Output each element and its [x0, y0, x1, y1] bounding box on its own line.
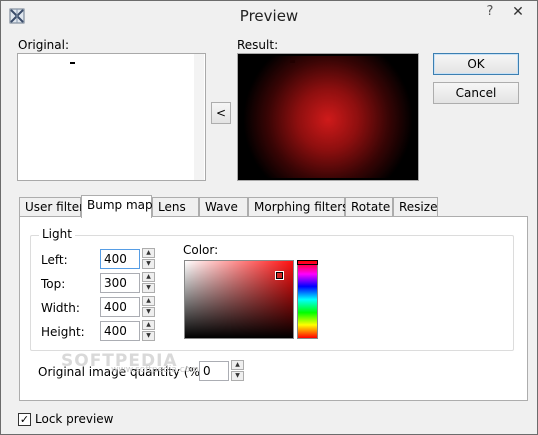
- tab-wave[interactable]: Wave: [199, 197, 248, 217]
- softpedia-watermark-url: www.softpedia.com: [111, 365, 199, 375]
- spin-down-icon[interactable]: ▼: [231, 371, 244, 381]
- preview-dialog: Preview ? ✕ Original: < Result: OK Cance…: [0, 0, 538, 435]
- help-button[interactable]: ?: [477, 2, 503, 22]
- original-label: Original:: [18, 38, 69, 52]
- top-spinner[interactable]: ▲ ▼: [142, 272, 155, 294]
- tab-user-filter[interactable]: User filter: [19, 197, 84, 217]
- original-image-content: [70, 62, 75, 64]
- color-picker-handle[interactable]: [275, 271, 284, 280]
- light-group: Light Left: 400 ▲ ▼ Top: 300 ▲ ▼ Width: …: [30, 227, 514, 351]
- width-label: Width:: [41, 301, 80, 315]
- tab-resize[interactable]: Resize: [393, 197, 438, 217]
- quantity-input[interactable]: 0: [199, 361, 229, 381]
- height-input[interactable]: 400: [100, 321, 140, 341]
- top-label: Top:: [41, 277, 66, 291]
- lock-preview-label[interactable]: Lock preview: [35, 412, 113, 426]
- height-spinner[interactable]: ▲ ▼: [142, 320, 155, 342]
- result-image: [240, 56, 416, 178]
- spin-up-icon[interactable]: ▲: [142, 296, 155, 306]
- result-image-mark: [290, 60, 295, 63]
- spin-down-icon[interactable]: ▼: [142, 259, 155, 269]
- color-saturation-picker[interactable]: [184, 260, 294, 339]
- tab-lens[interactable]: Lens: [152, 197, 199, 217]
- color-label: Color:: [183, 243, 219, 257]
- spin-down-icon[interactable]: ▼: [142, 307, 155, 317]
- tab-morphing-filters[interactable]: Morphing filters: [248, 197, 348, 217]
- spin-up-icon[interactable]: ▲: [142, 248, 155, 258]
- tab-rotate[interactable]: Rotate: [345, 197, 393, 217]
- original-scroll-edge: [194, 54, 204, 180]
- copy-to-original-button[interactable]: <: [211, 102, 231, 124]
- spin-up-icon[interactable]: ▲: [231, 360, 244, 370]
- width-spinner[interactable]: ▲ ▼: [142, 296, 155, 318]
- left-input[interactable]: 400: [100, 249, 140, 269]
- width-input[interactable]: 400: [100, 297, 140, 317]
- cancel-button[interactable]: Cancel: [433, 82, 519, 104]
- bump-map-tab-panel: Light Left: 400 ▲ ▼ Top: 300 ▲ ▼ Width: …: [19, 216, 528, 401]
- title-bar: Preview ? ✕: [1, 1, 537, 31]
- original-image-panel: [17, 53, 206, 181]
- left-spinner[interactable]: ▲ ▼: [142, 248, 155, 270]
- tab-bump-map[interactable]: Bump map: [81, 195, 153, 218]
- top-input[interactable]: 300: [100, 273, 140, 293]
- close-button[interactable]: ✕: [505, 2, 531, 22]
- light-group-label: Light: [39, 227, 75, 241]
- spin-down-icon[interactable]: ▼: [142, 331, 155, 341]
- window-title: Preview: [239, 7, 299, 25]
- left-label: Left:: [41, 253, 68, 267]
- spin-up-icon[interactable]: ▲: [142, 320, 155, 330]
- hue-slider-handle[interactable]: [297, 260, 318, 265]
- height-label: Height:: [41, 325, 85, 339]
- result-label: Result:: [237, 38, 279, 52]
- lock-preview-checkbox[interactable]: ✓: [18, 413, 31, 426]
- ok-button[interactable]: OK: [433, 53, 519, 75]
- result-image-panel: [237, 53, 419, 181]
- color-hue-slider[interactable]: [297, 260, 318, 339]
- spin-up-icon[interactable]: ▲: [142, 272, 155, 282]
- spin-down-icon[interactable]: ▼: [142, 283, 155, 293]
- quantity-spinner[interactable]: ▲ ▼: [231, 360, 244, 382]
